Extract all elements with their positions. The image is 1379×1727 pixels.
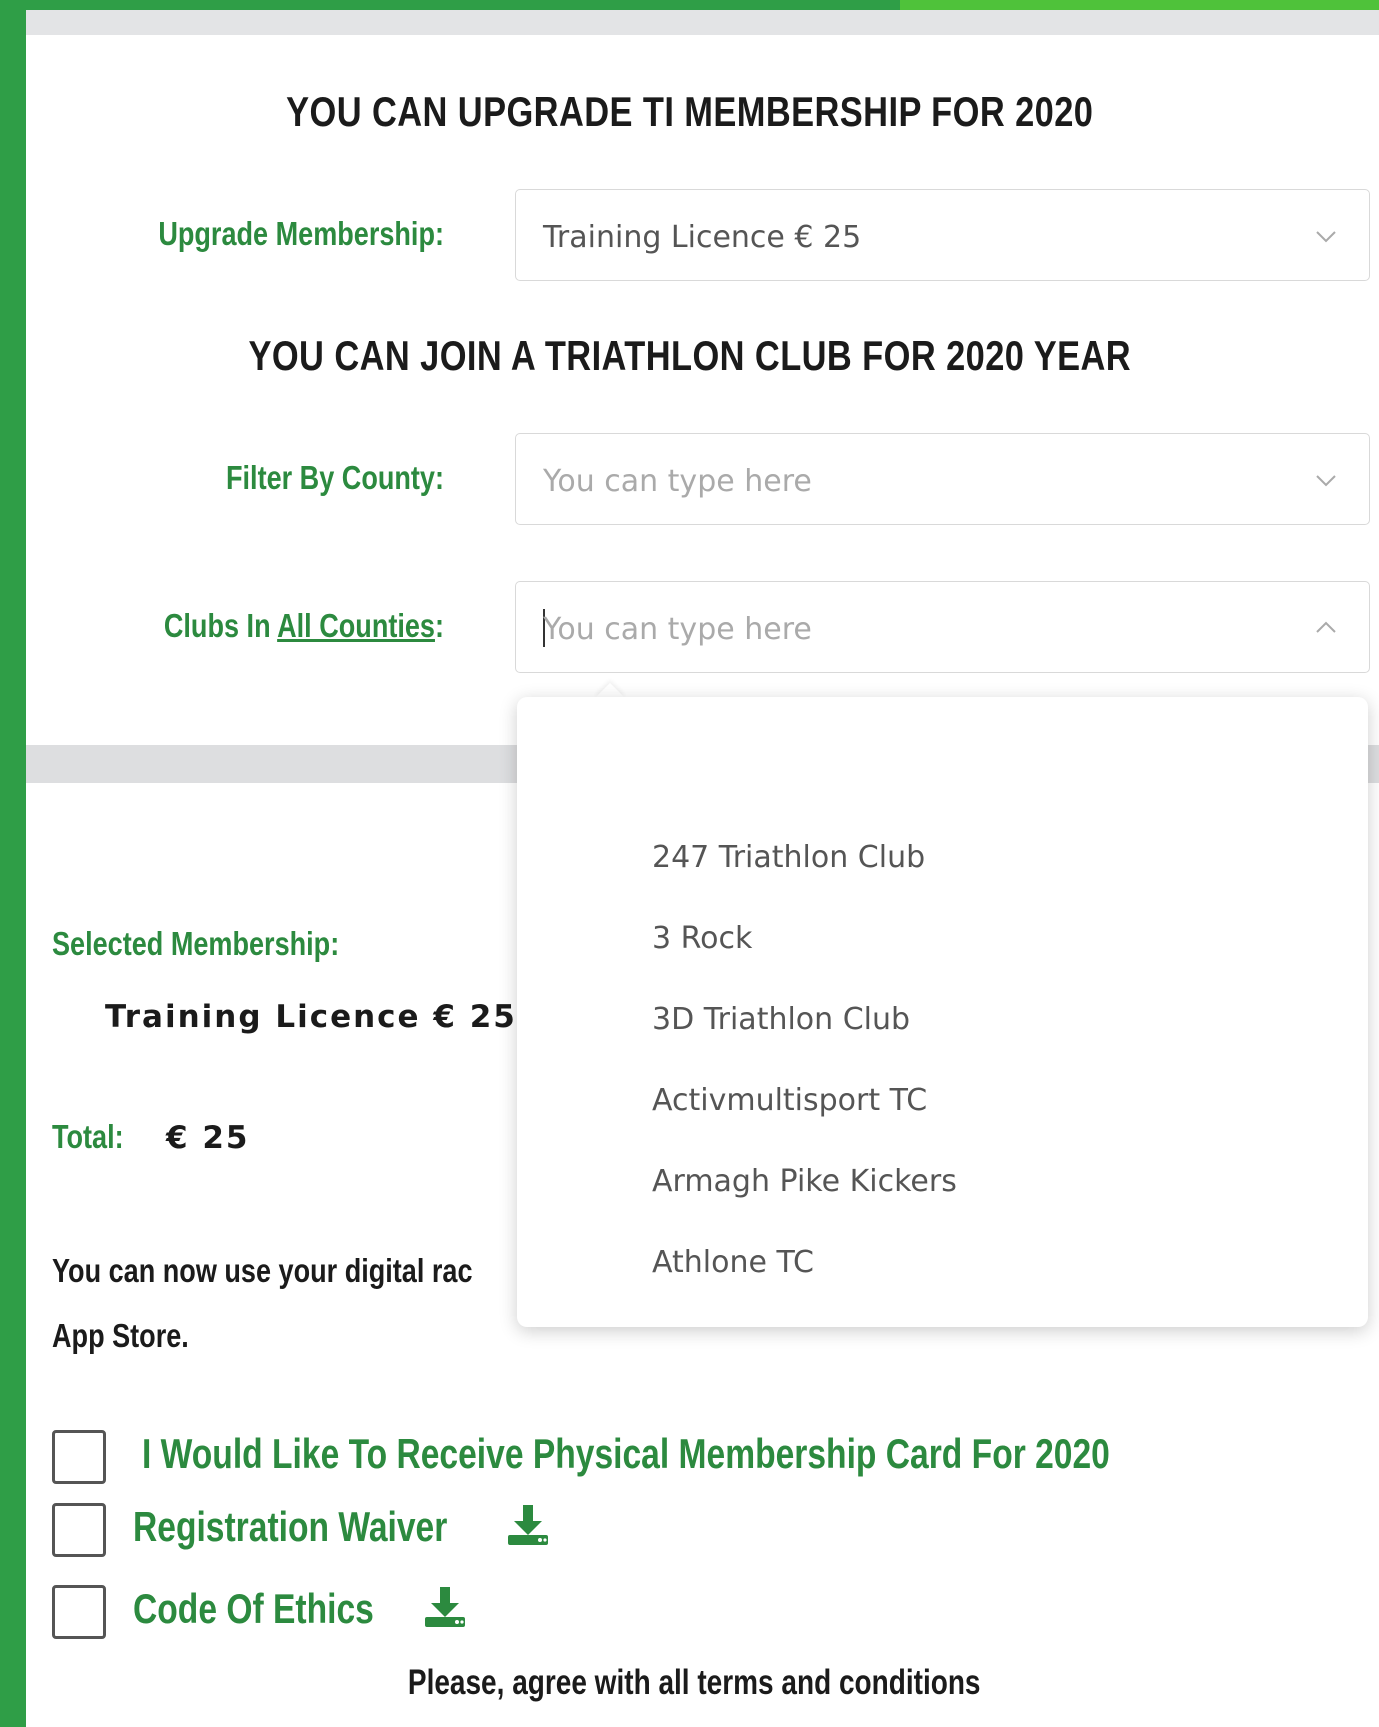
clubs-label-suffix: : [434,607,444,644]
upgrade-membership-label: Upgrade Membership: [158,215,444,252]
clubs-label: Clubs In All Counties: [100,607,444,645]
clubs-option-list: 247 Triathlon Club 3 Rock 3D Triathlon C… [517,817,1368,1327]
club-option[interactable]: Activmultisport TC [517,1060,1368,1141]
panel-top-shade [26,10,1379,35]
filter-county-input[interactable]: You can type here [515,433,1370,525]
total-label: Total: [52,1118,124,1155]
selected-membership-label: Selected Membership: [52,925,340,962]
waiver-checkbox[interactable] [52,1503,106,1557]
clubs-label-prefix: Clubs In [163,607,278,644]
chevron-down-icon [1316,231,1336,243]
club-option[interactable]: 3D Triathlon Club [517,979,1368,1060]
info-text-line2: App Store. [52,1317,189,1354]
club-option[interactable]: Athlone TC [517,1222,1368,1303]
info-text-line1: You can now use your digital rac [52,1252,473,1289]
download-icon[interactable] [422,1584,468,1630]
filter-county-label: Filter By County: [226,459,444,496]
all-counties-link[interactable]: All Counties [277,607,435,644]
filter-county-placeholder: You can type here [543,464,812,499]
physical-card-checkbox[interactable] [52,1430,106,1484]
clubs-input[interactable]: You can type here [515,581,1370,673]
selected-membership-value: Training Licence € 25 [105,999,517,1035]
left-frame-bar [0,0,26,1727]
upgrade-membership-select[interactable]: Training Licence € 25 [515,189,1370,281]
terms-notice: Please, agree with all terms and conditi… [407,1663,981,1702]
club-option[interactable]: Athy Triathlon Club [517,1303,1368,1327]
club-option[interactable]: 3 Rock [517,898,1368,979]
upgrade-membership-value: Training Licence € 25 [543,220,862,255]
chevron-up-icon [1316,621,1336,633]
ethics-checkbox[interactable] [52,1585,106,1639]
clubs-dropdown-menu: 247 Triathlon Club 3 Rock 3D Triathlon C… [517,697,1368,1327]
club-option[interactable]: 247 Triathlon Club [517,817,1368,898]
chevron-down-icon [1316,475,1336,487]
upgrade-heading: YOU CAN UPGRADE TI MEMBERSHIP FOR 2020 [286,88,1094,135]
ethics-label[interactable]: Code Of Ethics [133,1585,374,1633]
waiver-label[interactable]: Registration Waiver [133,1503,447,1551]
clubs-placeholder: You can type here [543,612,812,647]
join-club-heading: YOU CAN JOIN A TRIATHLON CLUB FOR 2020 Y… [248,332,1132,379]
club-option[interactable]: Armagh Pike Kickers [517,1141,1368,1222]
physical-card-label[interactable]: I Would Like To Receive Physical Members… [142,1430,1110,1478]
download-icon[interactable] [505,1502,551,1548]
total-value: € 25 [166,1120,250,1156]
top-progress-accent [900,0,1379,10]
